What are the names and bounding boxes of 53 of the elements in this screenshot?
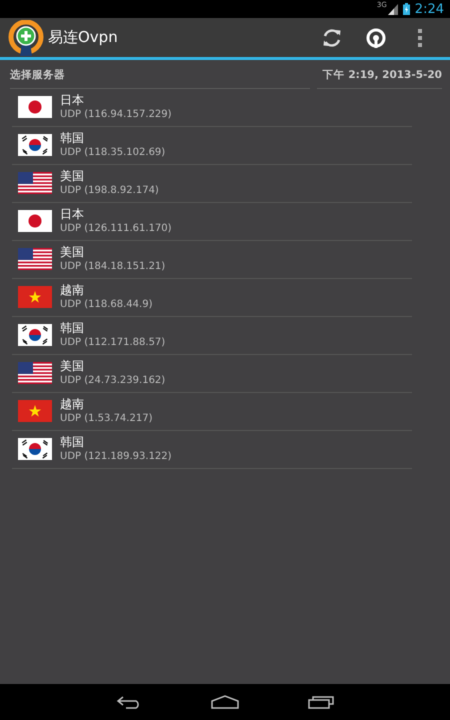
flag-icon [18, 286, 52, 308]
back-icon [116, 695, 142, 709]
clock-time: 2:24 [414, 2, 444, 16]
server-row[interactable]: 韩国 UDP (118.35.102.69) [12, 126, 412, 165]
server-row[interactable]: 美国 UDP (198.8.92.174) [12, 164, 412, 203]
country-name: 韩国 [60, 320, 85, 336]
server-address: UDP (118.35.102.69) [60, 146, 166, 160]
app-title: 易连Ovpn [48, 27, 118, 48]
flag-icon [18, 362, 52, 384]
section-header: 选择服务器 [10, 68, 310, 89]
server-address: UDP (126.111.61.170) [60, 222, 172, 236]
signal-icon [388, 4, 398, 14]
country-name: 韩国 [60, 434, 85, 450]
battery-icon [402, 3, 410, 15]
app-logo [8, 20, 44, 56]
flag-icon [18, 400, 52, 422]
server-address: UDP (112.171.88.57) [60, 336, 166, 350]
more-icon [417, 28, 423, 48]
flag-icon [18, 248, 52, 270]
country-name: 越南 [60, 282, 85, 298]
flag-icon [18, 172, 52, 194]
flag-icon [18, 134, 52, 156]
flag-icon [18, 438, 52, 460]
country-name: 美国 [60, 358, 85, 374]
server-address: UDP (121.189.93.122) [60, 450, 172, 464]
server-address: UDP (1.53.74.217) [60, 412, 152, 426]
flag-icon [18, 324, 52, 346]
server-row[interactable]: 韩国 UDP (112.171.88.57) [12, 316, 412, 355]
country-name: 美国 [60, 168, 85, 184]
server-row[interactable]: 日本 UDP (116.94.157.229) [12, 88, 412, 127]
server-row[interactable]: 日本 UDP (126.111.61.170) [12, 202, 412, 241]
keyhole-icon [365, 26, 387, 48]
server-address: UDP (118.68.44.9) [60, 298, 152, 312]
flag-icon [18, 96, 52, 118]
server-row[interactable]: 美国 UDP (24.73.239.162) [12, 354, 412, 393]
flag-icon [18, 210, 52, 232]
country-name: 美国 [60, 244, 85, 260]
home-icon [211, 695, 239, 709]
server-address: UDP (184.18.151.21) [60, 260, 166, 274]
server-address: UDP (198.8.92.174) [60, 184, 159, 198]
country-name: 越南 [60, 396, 85, 412]
recent-apps-icon [308, 695, 334, 709]
country-name: 日本 [60, 206, 85, 222]
server-address: UDP (24.73.239.162) [60, 374, 166, 388]
country-name: 韩国 [60, 130, 85, 146]
server-address: UDP (116.94.157.229) [60, 108, 172, 122]
refresh-icon [321, 26, 343, 48]
server-row[interactable]: 美国 UDP (184.18.151.21) [12, 240, 412, 279]
server-row[interactable]: 越南 UDP (118.68.44.9) [12, 278, 412, 317]
country-name: 日本 [60, 92, 85, 108]
timestamp: 下午 2:19, 2013-5-20 [317, 68, 442, 89]
server-row[interactable]: 越南 UDP (1.53.74.217) [12, 392, 412, 431]
server-row[interactable]: 韩国 UDP (121.189.93.122) [12, 430, 412, 469]
